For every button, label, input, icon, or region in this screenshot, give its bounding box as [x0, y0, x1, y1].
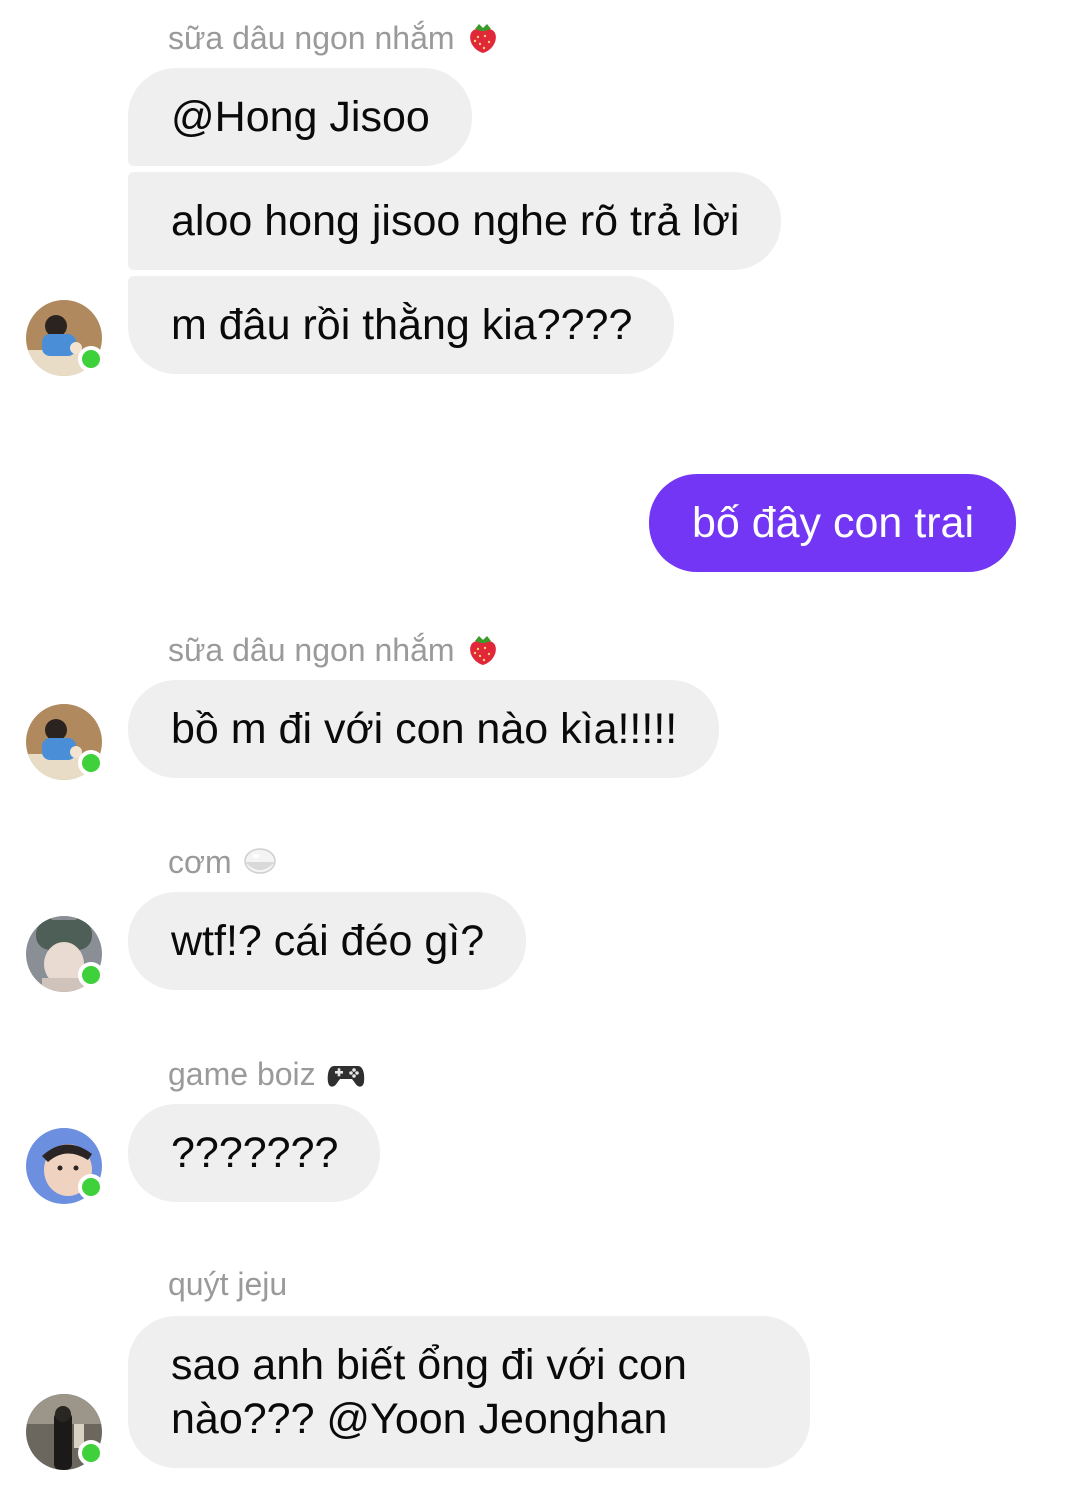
- message-bubble[interactable]: m đâu rồi thằng kia????: [128, 276, 675, 374]
- message-bubble[interactable]: @Hong Jisoo: [128, 68, 472, 166]
- message-bubble[interactable]: ???????: [128, 1104, 381, 1202]
- message-text: sao anh biết ổng đi với con nào??? @Yoon…: [171, 1341, 687, 1443]
- sender-name-text: sữa dâu ngon nhắm: [168, 20, 455, 56]
- online-status-dot: [78, 750, 104, 776]
- my-message-bubble[interactable]: bố đây con trai: [648, 474, 1016, 572]
- strawberry-icon: [465, 632, 501, 668]
- message-bubble[interactable]: wtf!? cái đéo gì?: [128, 892, 527, 990]
- sender-name-text: game boiz: [168, 1056, 316, 1092]
- message-text: aloo hong jisoo nghe rõ trả lời: [171, 197, 740, 245]
- sender-name-text: quýt jeju: [168, 1266, 288, 1302]
- online-status-dot: [78, 962, 104, 988]
- message-text: bồ m đi với con nào kìa!!!!!: [171, 705, 678, 753]
- sender-name-text: sữa dâu ngon nhắm: [168, 632, 455, 668]
- strawberry-icon: [465, 20, 501, 56]
- message-bubble[interactable]: sao anh biết ổng đi với con nào??? @Yoon…: [128, 1316, 810, 1468]
- sender-name: quýt jeju: [168, 1268, 287, 1300]
- message-text: m đâu rồi thằng kia????: [171, 301, 633, 349]
- avatar[interactable]: [26, 916, 104, 992]
- game-controller-icon: [326, 1056, 364, 1092]
- avatar[interactable]: [26, 1128, 104, 1204]
- avatar[interactable]: [26, 704, 104, 780]
- sender-name-text: cơm: [168, 844, 232, 880]
- sender-name: game boiz: [168, 1056, 364, 1092]
- online-status-dot: [78, 1440, 104, 1466]
- online-status-dot: [78, 346, 104, 372]
- message-text: bố đây con trai: [691, 499, 974, 547]
- message-text: wtf!? cái đéo gì?: [171, 917, 485, 965]
- online-status-dot: [78, 1174, 104, 1200]
- message-bubble[interactable]: bồ m đi với con nào kìa!!!!!: [128, 680, 720, 778]
- sender-name: sữa dâu ngon nhắm: [168, 632, 501, 668]
- rice-bowl-icon: [242, 844, 278, 880]
- message-text: ???????: [171, 1129, 339, 1177]
- avatar[interactable]: [26, 1394, 104, 1470]
- message-bubble[interactable]: aloo hong jisoo nghe rõ trả lời: [128, 172, 782, 270]
- sender-name: cơm: [168, 844, 278, 880]
- message-text: @Hong Jisoo: [171, 93, 430, 141]
- sender-name: sữa dâu ngon nhắm: [168, 20, 501, 56]
- avatar[interactable]: [26, 300, 104, 376]
